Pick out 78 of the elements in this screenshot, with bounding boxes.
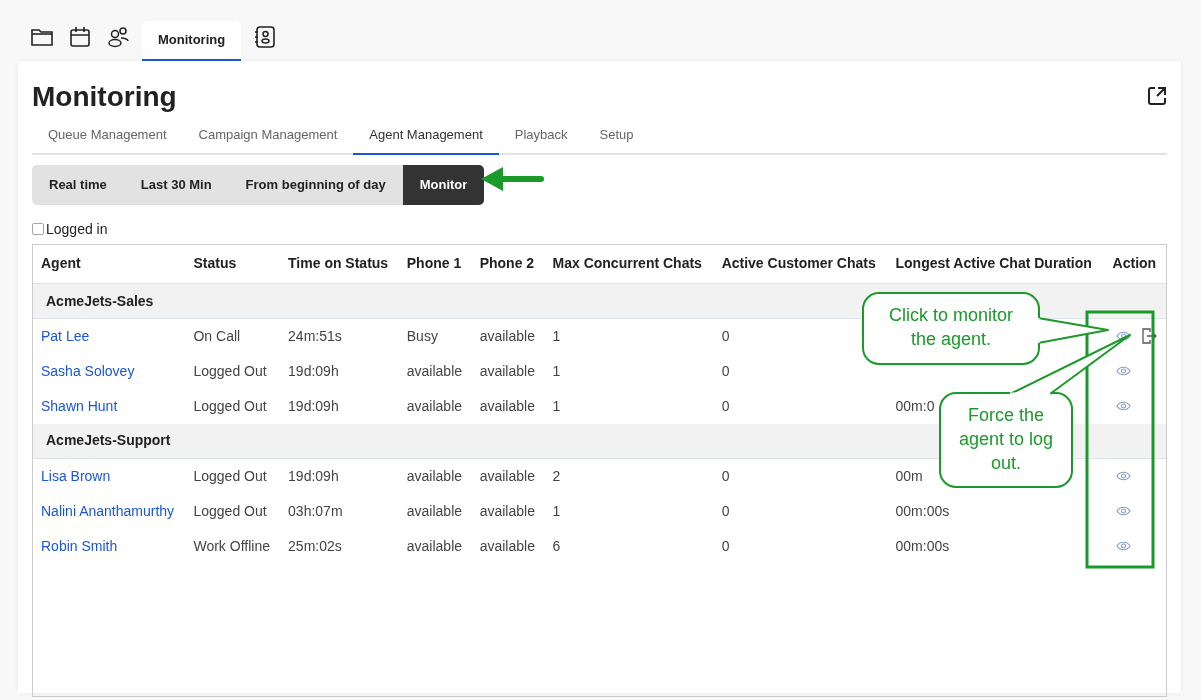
table-cell: 00m:00s	[895, 537, 950, 554]
table-cell: 1	[552, 327, 561, 344]
table-cell: 19d:09h	[288, 397, 339, 414]
external-link-icon[interactable]	[1147, 86, 1167, 106]
segment-button[interactable]: From beginning of day	[228, 164, 403, 205]
tab[interactable]: Setup	[583, 119, 650, 153]
table-cell: Logged Out	[193, 397, 267, 414]
table-cell: Logged Out	[193, 362, 267, 379]
table-cell: Work Offline	[193, 537, 270, 554]
table-cell: 6	[552, 537, 561, 554]
table-cell: On Call	[193, 327, 241, 344]
table-cell: 0	[721, 327, 730, 344]
tab[interactable]: Queue Management	[32, 119, 183, 153]
table-cell: available	[406, 537, 463, 554]
eye-icon[interactable]	[1115, 366, 1131, 376]
table-cell: available	[479, 502, 535, 519]
eye-icon[interactable]	[1115, 506, 1131, 516]
checkbox[interactable]	[32, 223, 44, 235]
table-cell: Busy	[406, 327, 438, 344]
segment-button[interactable]: Last 30 Min	[123, 164, 229, 205]
table-cell: available	[479, 327, 535, 344]
table-cell: available	[479, 537, 535, 554]
table-cell: 0	[721, 502, 730, 519]
eye-icon[interactable]	[1115, 471, 1131, 482]
segment-button[interactable]: Monitor	[402, 164, 485, 205]
table-cell: available	[406, 467, 463, 484]
table-cell: 1	[552, 362, 561, 379]
table-cell: 24m:51s	[288, 327, 342, 344]
column-header: Active Customer Chats	[713, 244, 888, 284]
segment-button[interactable]: Real time	[32, 164, 124, 205]
table-cell: 00m:00s	[895, 502, 950, 519]
table-cell: 03h:07m	[288, 502, 343, 519]
table-cell: 19d:09h	[288, 362, 339, 379]
table-cell: 0	[721, 362, 730, 379]
table-cell: available	[479, 397, 535, 414]
table-cell: available	[406, 502, 463, 519]
tab[interactable]: Agent Management	[353, 119, 499, 155]
table-cell: 0	[721, 537, 730, 554]
checkbox-label: Logged in	[46, 219, 108, 239]
column-header: Max Concurrent Chats	[544, 244, 714, 284]
page-title: Monitoring	[32, 80, 177, 114]
eye-icon[interactable]	[1115, 401, 1131, 411]
table-cell: available	[479, 467, 535, 484]
column-header: Phone 2	[471, 244, 545, 284]
app-tab[interactable]: Monitoring	[142, 21, 242, 61]
logout-icon[interactable]	[1140, 328, 1157, 345]
table-cell: Logged Out	[193, 502, 267, 519]
table-cell: 25m:02s	[288, 537, 342, 554]
table-cell: 2	[552, 467, 561, 484]
table-cell: 0	[721, 397, 730, 414]
tab[interactable]: Campaign Management	[182, 119, 354, 153]
table-cell: 1	[552, 397, 561, 414]
agent-link[interactable]: Pat Lee	[41, 327, 90, 344]
tab[interactable]: Playback	[498, 119, 584, 153]
column-header: Phone 1	[398, 244, 472, 284]
column-header: Agent	[33, 244, 186, 284]
agent-link[interactable]: Lisa Brown	[41, 467, 111, 484]
column-header: Longest Active Chat Duration	[887, 244, 1105, 284]
table-cell: available	[406, 397, 463, 414]
eye-icon[interactable]	[1115, 331, 1131, 342]
callout-text: Force the agent to log out.	[957, 404, 1055, 475]
arrow	[481, 167, 544, 191]
column-header: Action	[1104, 244, 1166, 284]
agent-link[interactable]: Shawn Hunt	[41, 397, 118, 414]
table-cell: 00m	[895, 467, 923, 484]
table-cell: 00m:0	[895, 397, 935, 414]
table-cell: 1	[552, 502, 561, 519]
agent-link[interactable]: Robin Smith	[41, 537, 118, 554]
agent-link[interactable]: Sasha Solovey	[41, 362, 135, 379]
column-header: Status	[185, 244, 281, 284]
agent-link[interactable]: Nalini Ananthamurthy	[41, 502, 175, 519]
table-cell: 19d:09h	[288, 467, 339, 484]
eye-icon[interactable]	[1115, 541, 1131, 551]
table-cell: available	[479, 362, 535, 379]
column-header: Time on Status	[280, 244, 399, 284]
table-cell: Logged Out	[193, 467, 267, 484]
table-cell: 0	[721, 467, 730, 484]
table-cell: available	[406, 362, 463, 379]
